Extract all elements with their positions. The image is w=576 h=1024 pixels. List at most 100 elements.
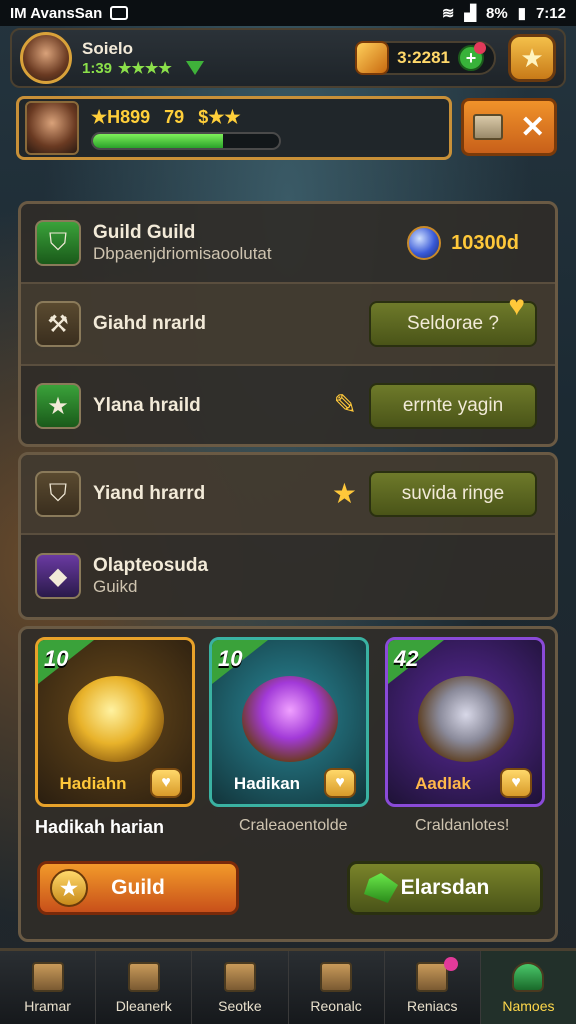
guild-row-label: Giahd nrarld (93, 313, 206, 334)
rewards-panel: 10 Hadiahn ♥ 10 Hadikan ♥ 42 Aadlak ♥ Ha… (18, 626, 558, 942)
nav-label: Seotke (218, 997, 262, 1014)
close-button[interactable]: ✕ (461, 98, 557, 156)
nav-label: Namoes (502, 997, 555, 1014)
card-name: Hadikan (233, 774, 301, 793)
guild-coins-value: 10300d (451, 231, 519, 254)
xp-left-label: ★H899 (91, 106, 151, 127)
close-icon: ✕ (520, 110, 546, 144)
wifi-icon: ≋ (441, 5, 455, 22)
nav-item-seotke[interactable]: Seotke (192, 951, 289, 1024)
gem-icon (355, 41, 390, 75)
orb-icon (407, 226, 442, 260)
nav-label: Reonalc (310, 997, 362, 1014)
notification-dot (443, 957, 458, 971)
nav-label: Dleanerk (115, 997, 172, 1014)
chevron-down-icon[interactable] (185, 61, 204, 75)
currency-counter: 3:2281 + (355, 41, 496, 75)
card-number: 10 (218, 646, 243, 671)
battery-icon: ▮ (517, 5, 526, 22)
guild-row: ⚒ Giahd nrarld Seldorae ? ♥ (21, 284, 555, 366)
golden-pot-icon (68, 676, 164, 762)
guild-row: ★ Ylana hraild ✎ errnte yagin (21, 366, 555, 444)
player-info: Soielo 1:39 ★★★★ (82, 39, 204, 77)
signal-icon: ▟ (464, 5, 477, 22)
nav-item-reniacs[interactable]: Reniacs (385, 951, 481, 1024)
guild-title: Guild Guild (93, 222, 196, 243)
card-caption: Craldanlotes! (415, 817, 510, 834)
player-name: Soielo (82, 39, 134, 58)
guild-button[interactable]: ★ Guild (37, 861, 239, 915)
xp-level: 79 (164, 106, 185, 127)
nav-item-namoes[interactable]: Namoes (480, 951, 576, 1024)
box-icon (223, 961, 256, 992)
notification-dot (474, 42, 486, 54)
card-number: 10 (44, 646, 69, 671)
card-number: 42 (394, 646, 419, 671)
guild-row-label: Yiand hrarrd (93, 483, 206, 504)
green-gem-icon (364, 873, 398, 903)
xp-progress-fill (93, 133, 224, 148)
card-caption: Craleaoentolde (239, 817, 348, 834)
elarsdan-button[interactable]: Elarsdan (347, 861, 543, 915)
guild-panel: ⛉ Guild Guild Dbpaenjdriomisaoolutat 103… (18, 201, 558, 447)
xp-panel: ★H899 79 $★★ (16, 96, 452, 160)
player-stat: 1:39 ★★★★ (82, 59, 204, 77)
battery-text: 8% (486, 4, 508, 22)
player-stars: ★★★★ (118, 60, 172, 77)
player-header: Soielo 1:39 ★★★★ 3:2281 + ★ (10, 28, 566, 88)
guild-row-label: Ylana hraild (93, 395, 201, 416)
nav-item-dleanerk[interactable]: Dleanerk (96, 951, 193, 1024)
chest-icon (472, 114, 503, 140)
guild-hall-icon (512, 961, 545, 992)
player-stat-value: 1:39 (82, 59, 113, 77)
nav-item-home[interactable]: Hramar (0, 951, 97, 1024)
guild-coins: 10300d (407, 226, 519, 260)
player-avatar[interactable] (20, 32, 72, 84)
bottom-nav: Hramar Dleanerk Seotke Reonalc Reniacs N… (0, 948, 576, 1024)
dragon-icon (320, 961, 353, 992)
clock: 7:12 (535, 4, 566, 22)
nav-label: Hramar (24, 997, 71, 1014)
guild-row-action-button[interactable]: errnte yagin (369, 383, 537, 429)
guild-row-label: Olapteosuda (93, 555, 209, 576)
status-bar: IM AvansSan ≋ ▟ 8% ▮ 7:12 (0, 0, 576, 26)
star-icon: ★ (35, 383, 81, 429)
xp-right-label: $★★ (198, 106, 241, 127)
treasure-chest-icon (418, 676, 514, 762)
star-coin-icon: ★ (50, 869, 88, 907)
status-left-text: IM AvansSan (10, 4, 103, 22)
shield-icon: ⛉ (35, 220, 81, 266)
app-notification-icon (110, 6, 129, 20)
card-caption: Hadikah harian (35, 817, 165, 837)
nav-label: Reniacs (406, 997, 458, 1014)
star-icon: ★ (331, 478, 357, 509)
guild-header-row: ⛉ Guild Guild Dbpaenjdriomisaoolutat 103… (21, 204, 555, 284)
card-name: Hadiahn (59, 774, 127, 793)
heart-icon: ♥ (324, 768, 356, 798)
currency-value: 3:2281 (397, 48, 450, 67)
hammer-icon: ⚒ (35, 301, 81, 347)
xp-progress-bar (91, 131, 281, 150)
reward-card[interactable]: 10 Hadiahn ♥ (35, 637, 195, 807)
guild-subtitle: Dbpaenjdriomisaoolutat (93, 244, 272, 263)
card-name: Aadlak (415, 774, 471, 793)
gold-shield-icon: ⛉ (35, 471, 81, 517)
character-portrait[interactable] (25, 101, 79, 155)
elarsdan-button-label: Elarsdan (400, 876, 490, 899)
heart-icon: ♥ (500, 768, 532, 798)
guild-panel-secondary: ⛉ Yiand hrarrd ★ suvida ringe ◆ Olapteos… (18, 452, 558, 620)
crystal-icon: ◆ (35, 553, 81, 599)
house-icon (31, 961, 64, 992)
guild-row: ⛉ Yiand hrarrd ★ suvida ringe (21, 455, 555, 535)
guild-row: ◆ Olapteosuda Guikd (21, 535, 555, 617)
nav-item-reonalc[interactable]: Reonalc (289, 951, 385, 1024)
orb-chest-icon (242, 676, 338, 762)
reward-card[interactable]: 42 Aadlak ♥ (385, 637, 545, 807)
guild-row-action-button[interactable]: suvida ringe (369, 471, 537, 517)
brush-icon: ✎ (333, 389, 357, 420)
reward-card[interactable]: 10 Hadikan ♥ (209, 637, 369, 807)
star-badge-button[interactable]: ★ (508, 34, 556, 82)
add-currency-button[interactable]: + (458, 42, 486, 71)
heart-gem-icon: ♥ (508, 290, 525, 321)
guild-row-sublabel: Guikd (93, 577, 138, 596)
